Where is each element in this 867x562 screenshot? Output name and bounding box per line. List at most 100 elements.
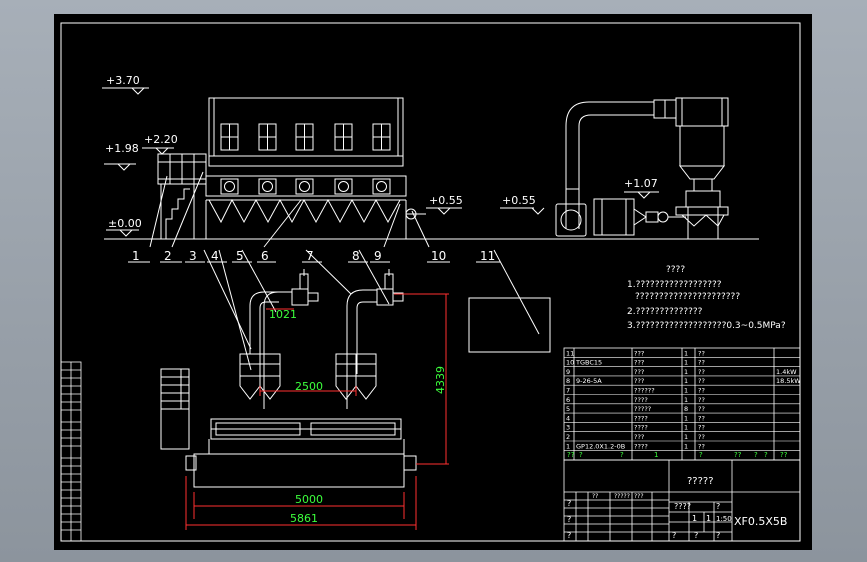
header-cell: ? bbox=[620, 451, 624, 459]
parts-cell-qty: 1 bbox=[684, 442, 688, 450]
title-cell: ???? bbox=[674, 502, 691, 511]
parts-cell-name: ???? bbox=[634, 414, 648, 422]
parts-cell-no: 6 bbox=[566, 396, 570, 404]
callout-5: 5 bbox=[236, 249, 244, 263]
plan-view bbox=[160, 269, 551, 488]
note-2: 2.?????????????? bbox=[627, 307, 703, 317]
title-cell: ??? bbox=[634, 493, 644, 500]
parts-cell-qty: 1 bbox=[684, 387, 688, 395]
parts-cell-no: 5 bbox=[566, 405, 570, 413]
parts-cell-no: 2 bbox=[566, 433, 570, 441]
parts-cell-mat: ?? bbox=[698, 442, 705, 450]
parts-cell-name: ???? bbox=[634, 424, 648, 432]
title-block bbox=[563, 459, 801, 542]
parts-cell-qty: 1 bbox=[684, 377, 688, 385]
header-cell: 1 bbox=[654, 451, 658, 459]
parts-cell-qty: 1 bbox=[684, 424, 688, 432]
title-cell: ? bbox=[567, 515, 571, 524]
parts-list-rows: 11??? 1 ??10 TGBC15??? 1 ??9??? 1?? 1.4kW8 9-26-… bbox=[564, 349, 801, 451]
parts-cell-name: ??? bbox=[634, 359, 644, 367]
dim-2500: 2500 bbox=[295, 380, 323, 393]
note-1a: 1.?????????????????? bbox=[627, 280, 722, 290]
parts-cell-no: 1 bbox=[566, 442, 570, 450]
elevation-labels: +3.70 +1.98 +2.20 ±0.00 +0.55 +0.55 +1.0… bbox=[105, 74, 658, 230]
notes-title: ???? bbox=[666, 265, 685, 275]
note-3: 3.???????????????????0.3~0.5MPa? bbox=[627, 321, 786, 331]
drawing-name: ????? bbox=[687, 476, 714, 487]
parts-cell-name: ????? bbox=[634, 405, 651, 413]
parts-cell-mat: ?? bbox=[698, 433, 705, 441]
title-cell: ?? bbox=[592, 493, 598, 500]
callout-3: 3 bbox=[189, 249, 197, 263]
parts-cell-rem: 1.4kW bbox=[776, 368, 797, 376]
drawing-scale: 1:50 bbox=[716, 515, 732, 523]
callout-1: 1 bbox=[132, 249, 140, 263]
component-11-box bbox=[468, 297, 551, 353]
cad-drawing: +3.70 +1.98 +2.20 ±0.00 +0.55 +0.55 +1.0… bbox=[60, 22, 801, 542]
parts-cell-no: 3 bbox=[566, 424, 570, 432]
parts-cell-mat: ?? bbox=[698, 368, 705, 376]
parts-cell-qty: 1 bbox=[684, 368, 688, 376]
callout-7: 7 bbox=[306, 249, 314, 263]
parts-cell-name: ?????? bbox=[634, 387, 655, 395]
elevation-198: +1.98 bbox=[105, 142, 139, 155]
callout-10: 10 bbox=[431, 249, 446, 263]
header-cell: ? bbox=[754, 451, 758, 459]
callout-numbers: 1 2 3 4 5 6 7 8 9 10 11 bbox=[128, 249, 500, 263]
drawing-sheet: +3.70 +1.98 +2.20 ±0.00 +0.55 +0.55 +1.0… bbox=[54, 14, 812, 550]
parts-cell-no: 9 bbox=[566, 368, 570, 376]
title-cell: ? bbox=[567, 499, 571, 508]
parts-cell-no: 11 bbox=[566, 349, 574, 357]
parts-cell-name: ??? bbox=[634, 433, 644, 441]
parts-cell-name: ??? bbox=[634, 368, 644, 376]
parts-cell-mat: ?? bbox=[698, 377, 705, 385]
header-cell: ?? bbox=[780, 451, 788, 459]
parts-cell-mat: ?? bbox=[698, 387, 705, 395]
parts-cell-qty: 1 bbox=[684, 349, 688, 357]
title-cell: ? bbox=[716, 502, 720, 511]
cad-viewport: +3.70 +1.98 +2.20 ±0.00 +0.55 +0.55 +1.0… bbox=[0, 0, 867, 562]
callout-8: 8 bbox=[352, 249, 360, 263]
elevation-055-b: +0.55 bbox=[502, 194, 536, 207]
leader-lines bbox=[149, 171, 540, 371]
parts-cell-code: TGBC15 bbox=[575, 359, 602, 367]
parts-cell-qty: 1 bbox=[684, 359, 688, 367]
header-cell: ?? bbox=[567, 451, 575, 459]
dim-1021: 1021 bbox=[269, 308, 297, 321]
header-cell: ? bbox=[699, 451, 703, 459]
parts-cell-name: ??? bbox=[634, 377, 644, 385]
callout-9: 9 bbox=[374, 249, 382, 263]
parts-cell-code: GP12.0X1.2-0B bbox=[576, 442, 625, 450]
parts-cell-rem: 18.5kW bbox=[776, 377, 801, 385]
title-cell: ????? bbox=[614, 493, 630, 500]
title-cell: 1 bbox=[706, 514, 711, 523]
parts-cell-mat: ?? bbox=[698, 349, 705, 357]
parts-cell-no: 4 bbox=[566, 414, 570, 422]
dim-5000: 5000 bbox=[295, 493, 323, 506]
parts-cell-mat: ?? bbox=[698, 405, 705, 413]
parts-cell-qty: 1 bbox=[684, 396, 688, 404]
parts-cell-mat: ?? bbox=[698, 396, 705, 404]
parts-cell-name: ???? bbox=[634, 442, 648, 450]
elevation-055-a: +0.55 bbox=[429, 194, 463, 207]
elevation-220: +2.20 bbox=[144, 133, 178, 146]
parts-cell-name: ???? bbox=[634, 396, 648, 404]
callout-4: 4 bbox=[211, 249, 219, 263]
parts-cell-name: ??? bbox=[634, 349, 644, 357]
callout-6: 6 bbox=[261, 249, 269, 263]
header-cell: ?? bbox=[734, 451, 742, 459]
parts-cell-mat: ?? bbox=[698, 359, 705, 367]
title-cell: ? bbox=[672, 531, 676, 540]
parts-cell-qty: 1 bbox=[684, 433, 688, 441]
left-revision-strip bbox=[60, 361, 82, 542]
technical-notes: ???? 1.?????????????????? ??????????????… bbox=[627, 265, 786, 331]
dim-5861: 5861 bbox=[290, 512, 318, 525]
callout-2: 2 bbox=[164, 249, 172, 263]
parts-cell-no: 7 bbox=[566, 387, 570, 395]
parts-cell-mat: ?? bbox=[698, 414, 705, 422]
parts-cell-no: 10 bbox=[566, 359, 574, 367]
title-cell: 1 bbox=[692, 514, 697, 523]
title-cell: ? bbox=[694, 531, 698, 540]
front-elevation bbox=[104, 97, 759, 240]
parts-list-header: ?? ? ? 1 ? ?? ? ? ?? bbox=[567, 451, 788, 459]
